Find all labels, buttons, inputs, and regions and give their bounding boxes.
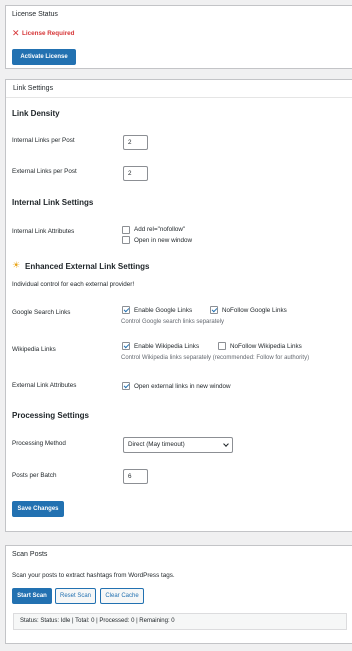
open-external-checkbox[interactable] [122, 382, 130, 390]
nofollow-google-checkbox[interactable] [210, 306, 218, 314]
nofollow-google-label: NoFollow Google Links [222, 307, 287, 314]
open-new-window-label: Open in new window [134, 237, 193, 244]
processing-settings-title: Processing Settings [12, 411, 89, 420]
reset-scan-button[interactable]: Reset Scan [55, 588, 96, 604]
scan-posts-header: Scan Posts [12, 551, 48, 558]
posts-per-batch-input[interactable]: 6 [123, 469, 148, 484]
open-new-window-checkbox[interactable] [122, 236, 130, 244]
open-external-label: Open external links in new window [134, 383, 231, 390]
external-attrs-label: External Link Attributes [12, 382, 77, 389]
activate-license-button[interactable]: Activate License [12, 49, 76, 65]
scan-posts-card: Scan Posts Scan your posts to extract ha… [5, 545, 352, 644]
scan-posts-desc: Scan your posts to extract hashtags from… [12, 572, 175, 579]
wikipedia-links-label: Wikipedia Links [12, 346, 56, 353]
internal-per-post-input[interactable]: 2 [123, 135, 148, 150]
external-per-post-label: External Links per Post [12, 168, 77, 175]
internal-attrs-label: Internal Link Attributes [12, 228, 75, 235]
link-density-title: Link Density [12, 109, 60, 118]
internal-settings-title: Internal Link Settings [12, 198, 94, 207]
add-nofollow-label: Add rel="nofollow" [134, 226, 186, 233]
enhanced-desc: Individual control for each external pro… [12, 281, 135, 288]
posts-per-batch-label: Posts per Batch [12, 472, 57, 479]
enable-google-checkbox[interactable] [122, 306, 130, 314]
license-required-text: License Required [22, 30, 75, 37]
enhanced-title: Enhanced External Link Settings [25, 262, 150, 271]
processing-method-label: Processing Method [12, 440, 66, 447]
internal-per-post-label: Internal Links per Post [12, 137, 75, 144]
license-status-card: License Status ✕ License Required Activa… [5, 5, 352, 69]
processing-method-select[interactable]: Direct (May timeout) [123, 437, 233, 453]
x-icon: ✕ [12, 28, 20, 38]
link-settings-card: Link Settings Link Density Internal Link… [5, 79, 352, 532]
external-per-post-input[interactable]: 2 [123, 166, 148, 181]
save-changes-button[interactable]: Save Changes [12, 501, 64, 517]
chevron-down-icon [223, 441, 229, 447]
sun-icon: ☀ [12, 260, 21, 270]
nofollow-wikipedia-checkbox[interactable] [218, 342, 226, 350]
google-desc: Control Google search links separately [121, 319, 225, 325]
nofollow-wikipedia-label: NoFollow Wikipedia Links [230, 343, 302, 350]
enable-wikipedia-checkbox[interactable] [122, 342, 130, 350]
enable-wikipedia-label: Enable Wikipedia Links [134, 343, 200, 350]
wikipedia-desc: Control Wikipedia links separately (reco… [121, 355, 310, 361]
clear-cache-button[interactable]: Clear Cache [100, 588, 144, 604]
enable-google-label: Enable Google Links [134, 307, 193, 314]
google-links-label: Google Search Links [12, 309, 71, 316]
license-status-header: License Status [12, 11, 58, 18]
add-nofollow-checkbox[interactable] [122, 226, 130, 234]
processing-method-value: Direct (May timeout) [128, 441, 185, 448]
start-scan-button[interactable]: Start Scan [12, 588, 52, 604]
scan-status-box: Status: Status: Idle | Total: 0 | Proces… [13, 613, 347, 630]
link-settings-header: Link Settings [6, 80, 352, 98]
